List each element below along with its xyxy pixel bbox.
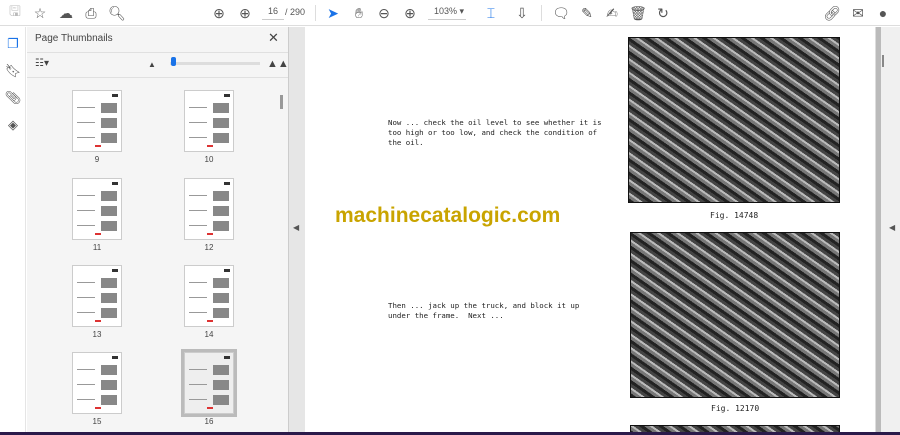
figure-caption: Fig. 14748 <box>710 211 759 220</box>
thumbnail-label: 16 <box>204 417 214 426</box>
watermark: machinecatalogic.com <box>335 204 561 227</box>
thumbnail-page-12[interactable] <box>184 178 234 240</box>
save-icon[interactable]: 🖫 <box>6 3 24 22</box>
print-icon[interactable]: ⎙ <box>82 4 100 22</box>
large-thumbnails-icon[interactable]: ▲▲ <box>267 58 289 70</box>
upload-cloud-icon[interactable]: ☁ <box>57 4 75 22</box>
zoom-value: 103% <box>434 6 458 16</box>
divider <box>541 5 542 21</box>
hand-tool-icon[interactable]: ✋︎ <box>350 4 368 22</box>
paragraph-jack-up: Then ... jack up the truck, and block it… <box>388 301 580 320</box>
figure-photo-wheel-block <box>630 232 840 398</box>
thumbnail-page-13[interactable] <box>72 265 122 327</box>
thumbnail-page-9[interactable] <box>72 90 122 152</box>
page-total: / 290 <box>285 7 306 17</box>
thumbnail-label: 10 <box>204 155 214 164</box>
rotate-icon[interactable]: ↻ <box>654 4 672 22</box>
thumbnail-size-slider[interactable] <box>170 62 260 65</box>
share-link-icon[interactable]: 🔗︎ <box>823 4 841 22</box>
thumbnail-options-icon[interactable]: ☷▾ <box>35 58 49 69</box>
search-icon[interactable]: 🔍︎ <box>108 4 126 22</box>
email-icon[interactable]: ✉ <box>849 4 867 22</box>
select-cursor-icon[interactable]: ➤ <box>324 4 342 22</box>
thumbnail-label: 14 <box>204 330 214 339</box>
comment-icon[interactable]: 🗨︎ <box>552 4 570 22</box>
layers-icon[interactable]: ◈ <box>4 116 22 134</box>
highlight-pen-icon[interactable]: ✎ <box>578 4 596 22</box>
collapse-left-icon[interactable]: ◀ <box>293 223 299 232</box>
fit-page-icon[interactable]: ⌶ <box>482 4 500 22</box>
left-rail: ❐ 🔖︎ 📎︎ ◈ <box>0 27 26 432</box>
figure-caption: Fig. 12170 <box>711 404 760 413</box>
thumbnail-page-16[interactable] <box>181 349 237 417</box>
panel-title: Page Thumbnails <box>35 33 113 44</box>
scroll-track <box>876 27 881 432</box>
thumbnail-label: 15 <box>92 417 102 426</box>
paragraph-oil-check: Now ... check the oil level to see wheth… <box>388 118 602 147</box>
figure-photo-oil-filter <box>628 37 840 203</box>
bookmarks-icon[interactable]: 🔖︎ <box>4 62 22 80</box>
thumbnails-panel: Page Thumbnails ✕ ☷▾ ▲ ▲▲ 9 10 11 12 13 14 15 1… <box>27 27 289 432</box>
panel-splitter[interactable]: ◀ <box>288 27 305 432</box>
draw-icon[interactable]: ✍︎ <box>603 4 621 22</box>
close-panel-button[interactable]: ✕ <box>268 30 279 46</box>
panel-scrollbar[interactable] <box>280 95 283 109</box>
thumbnail-page-14[interactable] <box>184 265 234 327</box>
thumbnail-page-11[interactable] <box>72 178 122 240</box>
small-thumbnails-icon[interactable]: ▲ <box>148 60 156 69</box>
previous-page-icon[interactable]: ⊕︎ <box>210 4 228 22</box>
thumbnail-options-row: ☷▾ ▲ ▲▲ <box>27 52 289 78</box>
thumbnail-label: 9 <box>94 155 100 164</box>
account-icon[interactable]: ● <box>874 4 892 22</box>
page-number-input[interactable]: 16 <box>262 6 284 20</box>
scroll-mode-icon[interactable]: ⇩ <box>513 4 531 22</box>
zoom-out-icon[interactable]: ⊖ <box>375 4 393 22</box>
thumbnail-page-10[interactable] <box>184 90 234 152</box>
divider <box>315 5 316 21</box>
scroll-thumb[interactable] <box>882 55 884 67</box>
delete-icon[interactable]: 🗑︎ <box>629 4 647 22</box>
document-scrollbar[interactable]: ◀ <box>875 27 900 432</box>
document-page: Now ... check the oil level to see wheth… <box>305 27 875 435</box>
thumbnail-label: 13 <box>92 330 102 339</box>
collapse-right-icon[interactable]: ◀ <box>889 223 895 232</box>
zoom-in-icon[interactable]: ⊕ <box>401 4 419 22</box>
page-thumbnails-icon[interactable]: ❐ <box>4 35 22 53</box>
attachments-icon[interactable]: 📎︎ <box>4 89 22 107</box>
toolbar: 🖫 ☆ ☁ ⎙ 🔍︎ ⊕︎ ⊕︎ 16 / 290 ➤ ✋︎ ⊖ ⊕ 103% … <box>0 0 900 26</box>
slider-handle[interactable] <box>171 57 176 66</box>
zoom-select[interactable]: 103% ▾ <box>428 6 466 20</box>
thumbnail-label: 12 <box>204 243 214 252</box>
next-page-icon[interactable]: ⊕︎ <box>236 4 254 22</box>
thumbnail-page-15[interactable] <box>72 352 122 414</box>
thumbnail-label: 11 <box>92 243 102 252</box>
bookmark-star-icon[interactable]: ☆ <box>31 4 49 22</box>
